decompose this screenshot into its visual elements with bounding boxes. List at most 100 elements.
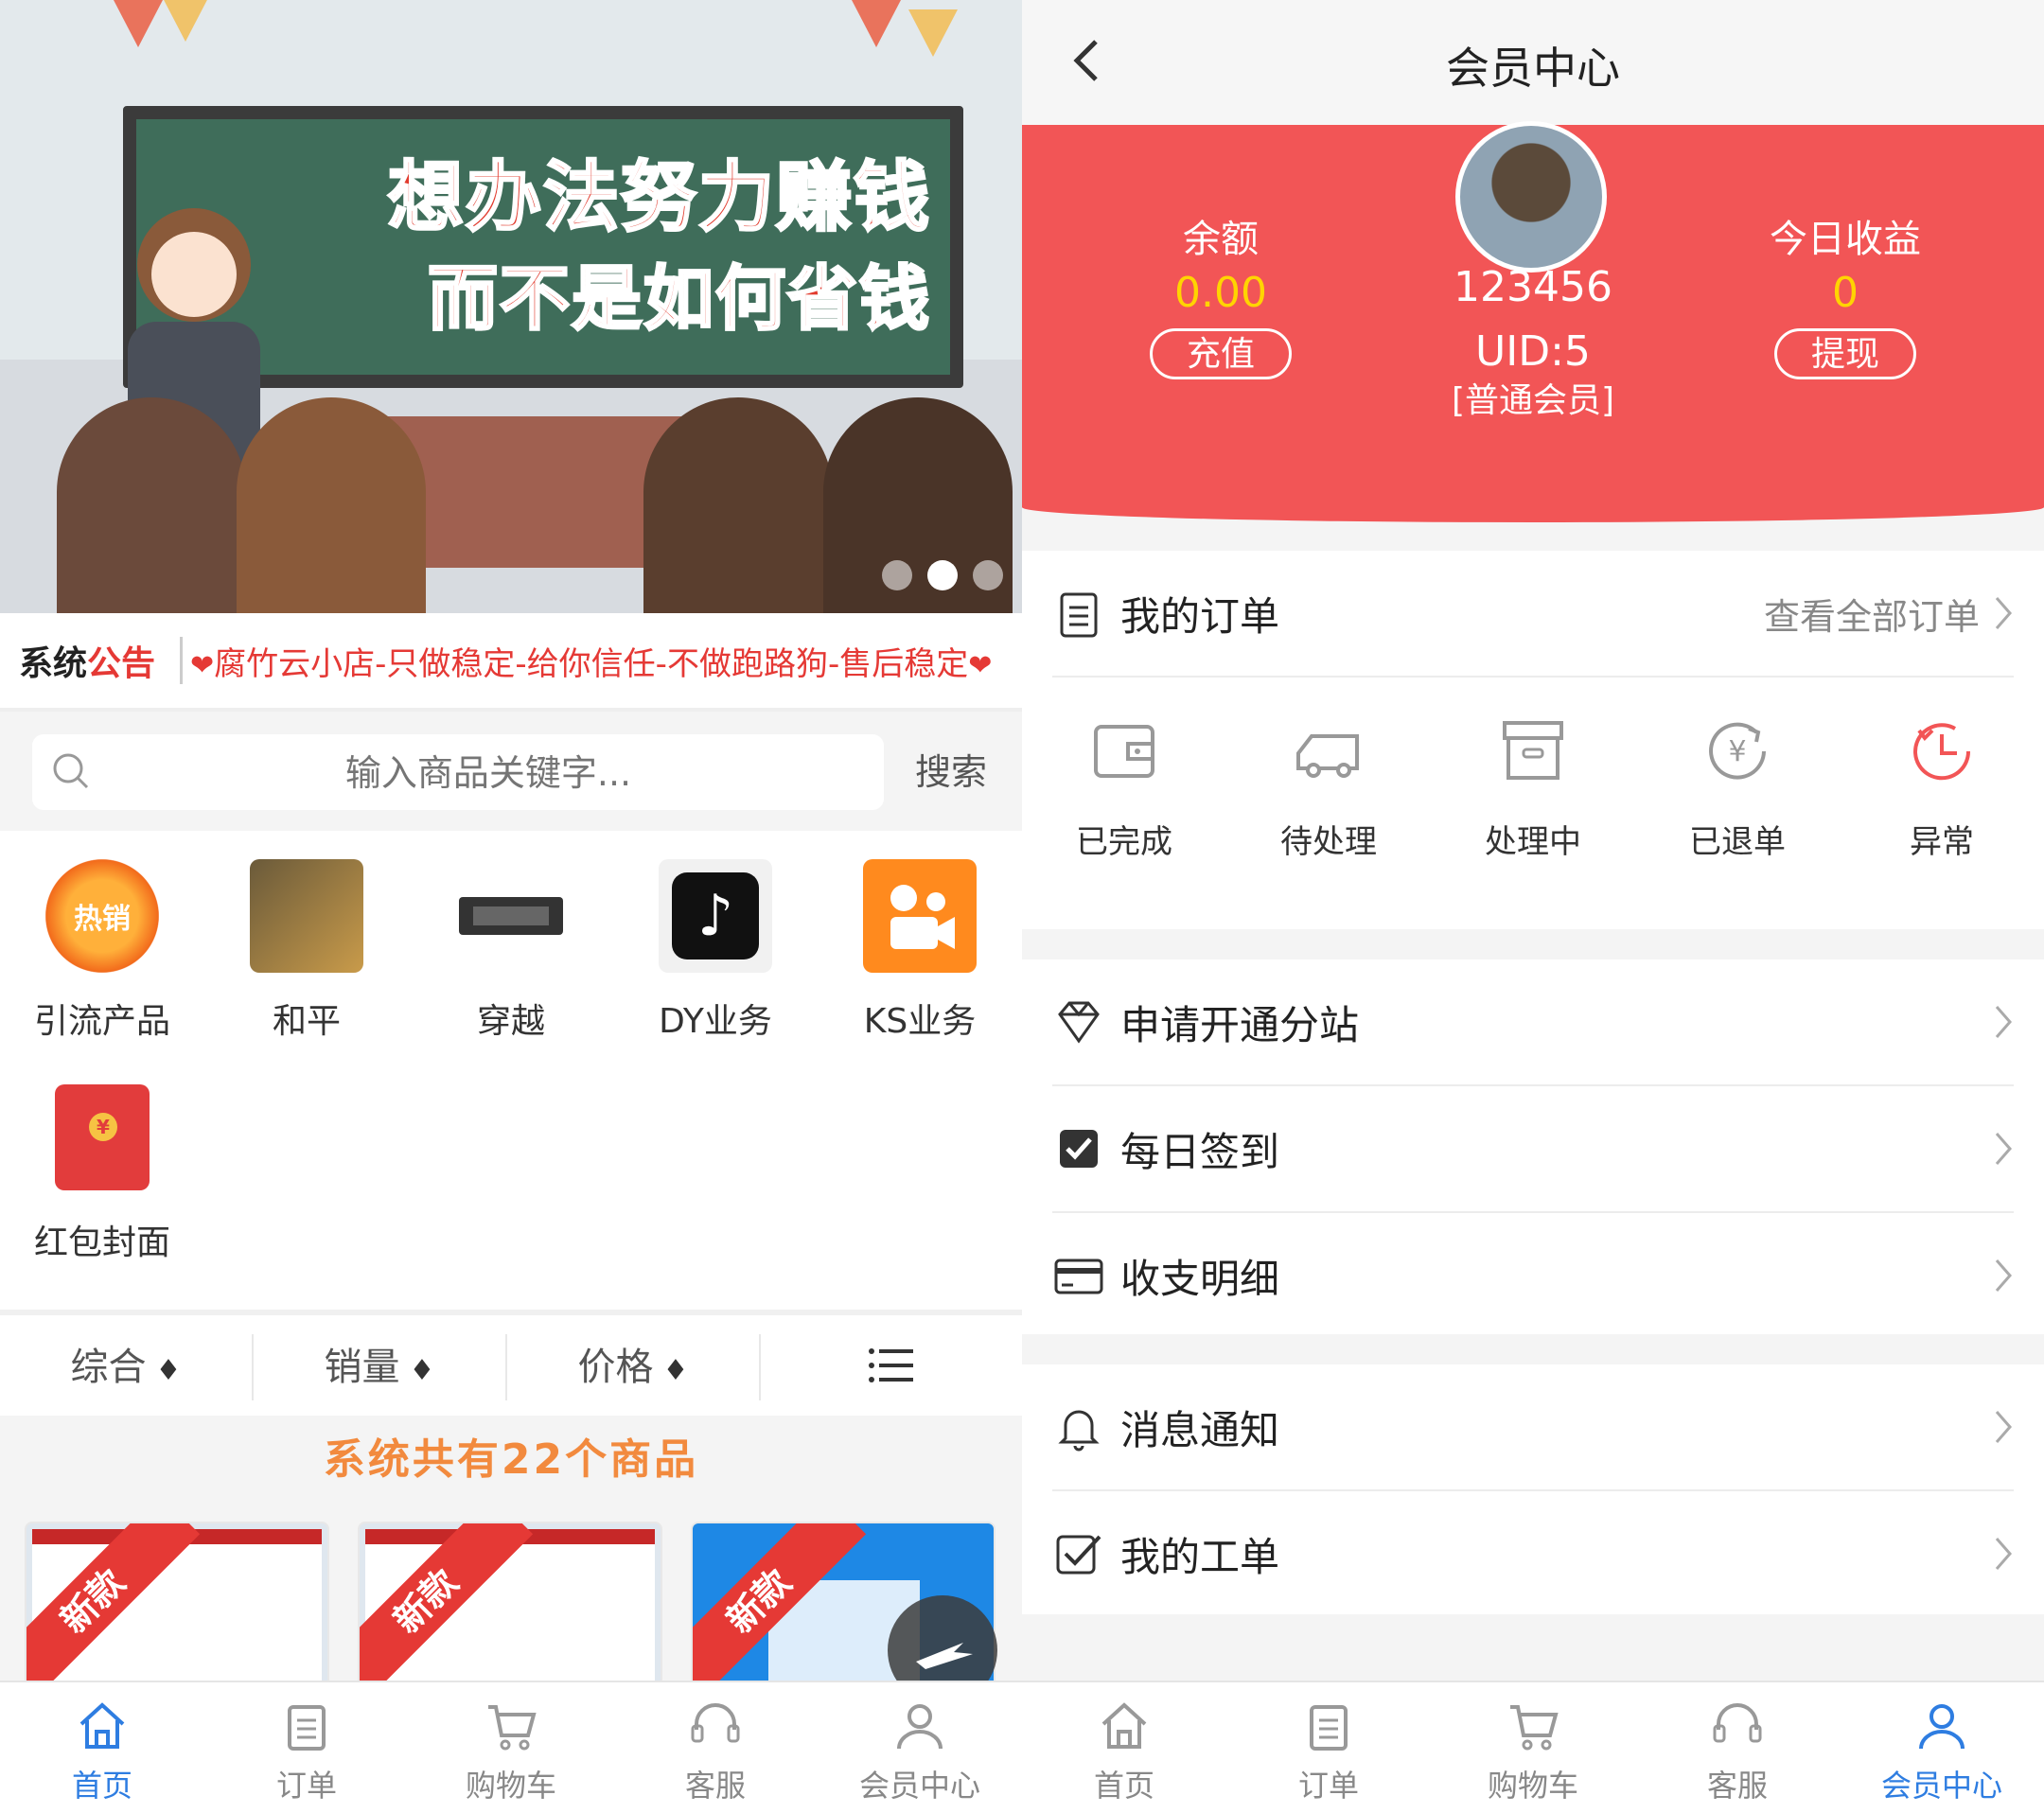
order-status-completed[interactable]: 已完成: [1022, 715, 1226, 862]
category-label: 穿越: [476, 1002, 545, 1041]
order-status-abnormal[interactable]: 异常: [1840, 715, 2044, 862]
carousel-dot[interactable]: [882, 560, 912, 590]
tab-label: 客服: [684, 1768, 746, 1804]
username: 123456: [1454, 263, 1612, 311]
tab-label: 购物车: [1487, 1768, 1578, 1804]
menu-item-my-tickets[interactable]: 我的工单: [1052, 1491, 2014, 1616]
tab-cart[interactable]: 购物车: [409, 1682, 613, 1813]
category-label: KS业务: [863, 1002, 977, 1041]
checkbox-icon: [1060, 1130, 1098, 1168]
menu-item-daily-checkin[interactable]: 每日签到: [1052, 1086, 2014, 1213]
my-orders-row[interactable]: 我的订单 查看全部订单: [1052, 551, 2014, 678]
category-item-red-envelope[interactable]: ¥ 红包封面: [0, 1052, 204, 1264]
sort-sales[interactable]: 销量 ♦: [254, 1334, 507, 1400]
list-view-icon: [869, 1348, 913, 1382]
view-all-orders-link[interactable]: 查看全部订单: [1764, 588, 1980, 640]
box-icon: [1503, 721, 1563, 780]
order-status-label: 处理中: [1485, 823, 1581, 861]
carousel-dot-active[interactable]: [927, 560, 958, 590]
wallet-icon: [1094, 725, 1154, 778]
sort-bar: 综合 ♦ 销量 ♦ 价格 ♦: [0, 1310, 1022, 1425]
product-card[interactable]: 新款: [358, 1522, 662, 1701]
tab-label: 订单: [1297, 1768, 1359, 1804]
tab-home[interactable]: 首页: [1022, 1682, 1226, 1813]
menu-label: 消息通知: [1120, 1406, 1280, 1453]
order-icon: [1310, 1705, 1348, 1751]
notice-tag-black: 系统: [19, 644, 88, 683]
truck-icon: [1296, 734, 1359, 778]
category-label: 红包封面: [33, 1223, 170, 1262]
tab-service[interactable]: 客服: [1635, 1682, 1840, 1813]
card-icon: [1054, 1259, 1103, 1294]
category-item-traffic[interactable]: 热销 引流产品: [0, 831, 204, 1043]
view-toggle-button[interactable]: [761, 1347, 1022, 1388]
category-grid: 热销 引流产品 和平 穿越 ♪ DY业务 KS业务 ¥ 红包封面: [0, 831, 1022, 1304]
tab-label: 首页: [1093, 1768, 1154, 1804]
home-screen: 想办法努力赚钱 而不是如何省钱 系统公告 ❤腐竹云小店-只做稳定-给你信任-不做…: [0, 0, 1022, 1813]
search-bar: 搜索: [0, 712, 1022, 831]
menu-label: 每日签到: [1120, 1128, 1280, 1175]
tab-orders[interactable]: 订单: [1226, 1682, 1431, 1813]
order-status-grid: 已完成 待处理 处理中 ¥ 已退单 异常: [1022, 678, 2044, 900]
search-button[interactable]: 搜索: [899, 734, 1003, 810]
category-item-crossfire[interactable]: 穿越: [409, 831, 613, 1043]
chevron-right-icon: [1995, 1006, 2012, 1038]
sort-arrow-icon: ♦: [409, 1354, 435, 1387]
promo-banner[interactable]: 想办法努力赚钱 而不是如何省钱: [0, 0, 1022, 613]
notice-marquee[interactable]: ❤腐竹云小店-只做稳定-给你信任-不做跑路狗-售后稳定❤: [190, 638, 1004, 684]
order-status-label: 异常: [1910, 823, 1974, 861]
menu-item-transactions[interactable]: 收支明细: [1052, 1213, 2014, 1338]
cart-icon: [488, 1705, 537, 1751]
system-notice-bar[interactable]: 系统公告 ❤腐竹云小店-只做稳定-给你信任-不做跑路狗-售后稳定❤: [0, 613, 1022, 712]
carousel-dot[interactable]: [973, 560, 1003, 590]
avatar[interactable]: [1455, 121, 1607, 273]
tab-label: 首页: [71, 1768, 132, 1804]
tab-cart[interactable]: 购物车: [1431, 1682, 1635, 1813]
search-box[interactable]: [32, 734, 884, 812]
divider: [180, 637, 183, 684]
tab-member-center[interactable]: 会员中心: [1840, 1682, 2044, 1813]
service-menu-card: 申请开通分站 每日签到 收支明细: [1022, 959, 2044, 1334]
user-icon: [897, 1704, 943, 1750]
category-label: 和平: [272, 1002, 341, 1041]
menu-item-open-substation[interactable]: 申请开通分站: [1052, 959, 2014, 1086]
sort-label: 价格: [577, 1346, 654, 1389]
headset-icon: [1713, 1703, 1762, 1743]
sort-comprehensive[interactable]: 综合 ♦: [0, 1334, 254, 1400]
tab-member-center[interactable]: 会员中心: [818, 1682, 1022, 1813]
order-status-label: 待处理: [1280, 823, 1377, 861]
banner-flag: [114, 0, 163, 47]
chevron-right-icon: [1995, 1259, 2012, 1292]
menu-item-notifications[interactable]: 消息通知: [1052, 1364, 2014, 1491]
douyin-icon: ♪: [659, 859, 772, 973]
order-status-refunded[interactable]: ¥ 已退单: [1635, 715, 1840, 862]
diamond-icon: [1058, 1001, 1100, 1044]
tab-label: 客服: [1706, 1768, 1768, 1804]
tab-orders[interactable]: 订单: [204, 1682, 409, 1813]
svg-text:¥: ¥: [1728, 735, 1746, 768]
kuaishou-icon: [863, 859, 977, 973]
order-status-pending[interactable]: 待处理: [1226, 715, 1431, 862]
clock-alert-icon: [1913, 723, 1971, 781]
category-item-douyin[interactable]: ♪ DY业务: [613, 831, 818, 1043]
category-item-kuaishou[interactable]: KS业务: [818, 831, 1022, 1043]
top-nav-bar: 会员中心: [1022, 0, 2044, 125]
sort-price[interactable]: 价格 ♦: [507, 1334, 761, 1400]
chevron-right-icon: [1995, 597, 2012, 629]
order-status-processing[interactable]: 处理中: [1431, 715, 1635, 862]
product-card[interactable]: 新款: [25, 1522, 329, 1701]
tab-home[interactable]: 首页: [0, 1682, 204, 1813]
category-item-peace[interactable]: 和平: [204, 831, 409, 1043]
order-status-label: 已退单: [1689, 823, 1786, 861]
user-icon: [1919, 1704, 1965, 1750]
carousel-indicator[interactable]: [882, 560, 1003, 590]
sort-arrow-icon: ♦: [155, 1354, 182, 1387]
tab-service[interactable]: 客服: [613, 1682, 818, 1813]
product-count-text: 系统共有22个商品: [0, 1416, 1022, 1505]
category-label: DY业务: [659, 1002, 772, 1041]
heart-icon: ❤: [190, 648, 215, 682]
search-icon: [53, 753, 89, 789]
notice-tag: 系统公告: [0, 636, 180, 685]
search-input[interactable]: [108, 734, 869, 812]
tab-label: 会员中心: [858, 1768, 980, 1804]
